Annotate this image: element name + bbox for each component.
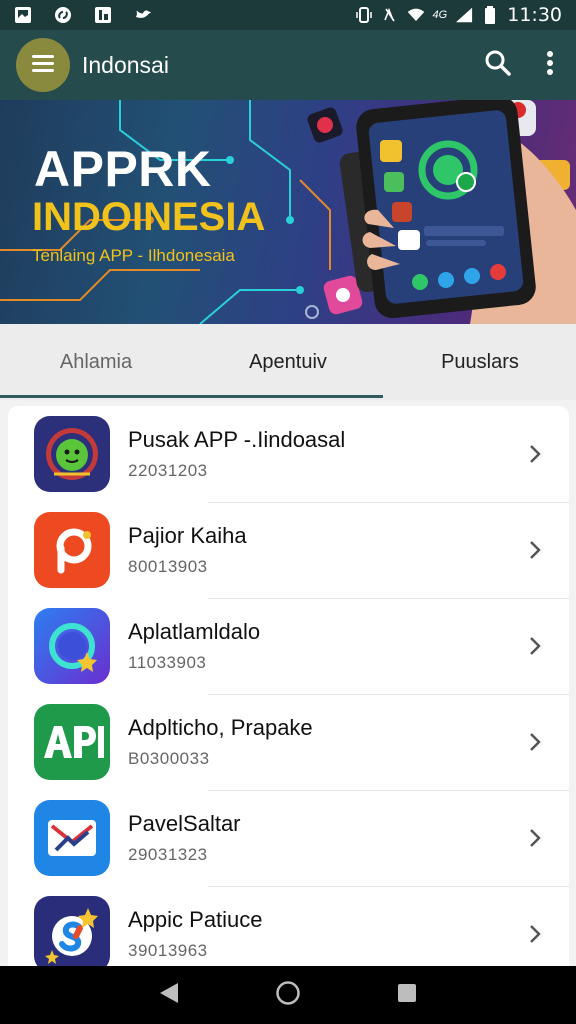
- app-name: PavelSaltar: [128, 811, 241, 836]
- home-icon: [276, 980, 300, 1005]
- chevron-right-icon: [530, 637, 541, 655]
- tab-1[interactable]: Ahlamia: [0, 324, 192, 400]
- app-number: 29031323: [128, 845, 208, 864]
- vibrate-icon: [355, 6, 373, 24]
- overflow-menu-button[interactable]: [546, 50, 554, 81]
- api-icon: [34, 704, 110, 780]
- list-item[interactable]: Pusak APP -.Iindoasal 22031203: [8, 406, 569, 502]
- envelope-icon: [34, 800, 110, 876]
- banner-title: APPRK: [34, 141, 212, 197]
- app-number: 39013963: [128, 941, 208, 960]
- banner-subtitle: Tenlaing APP - Ilhdonesaia: [32, 246, 235, 265]
- system-navigation-bar: [0, 966, 576, 1024]
- network-type: 4G: [432, 9, 448, 21]
- back-icon: [159, 982, 178, 1003]
- bird-icon: [134, 6, 152, 24]
- list-item[interactable]: Appic Patiuce 39013963: [8, 886, 569, 966]
- s-star-icon: [34, 896, 110, 966]
- chevron-right-icon: [530, 445, 541, 463]
- promo-banner[interactable]: APPRK INDOINESIA Tenlaing APP - Ilhdones…: [0, 100, 576, 324]
- back-button[interactable]: [158, 981, 180, 1010]
- app-list: Pusak APP -.Iindoasal 22031203 Pajior Ka…: [8, 406, 569, 966]
- page-title: Indonsai: [82, 51, 169, 78]
- list-item[interactable]: Adplticho, Prapake B0300033: [8, 694, 569, 790]
- list-item[interactable]: Pajior Kaiha 80013903: [8, 502, 569, 598]
- list-item[interactable]: Aplatlamldalo 11033903: [8, 598, 569, 694]
- app-bar: Indonsai: [0, 30, 576, 100]
- shazam-icon: [54, 6, 72, 24]
- app-number: B0300033: [128, 749, 210, 768]
- recents-button[interactable]: [396, 982, 418, 1009]
- status-bar: 4G 11:30: [0, 0, 576, 30]
- chevron-right-icon: [530, 733, 541, 751]
- app-name: Appic Patiuce: [128, 907, 263, 932]
- app-number: 80013903: [128, 557, 208, 576]
- home-button[interactable]: [275, 980, 301, 1011]
- chevron-right-icon: [530, 829, 541, 847]
- app-number: 22031203: [128, 461, 208, 480]
- more-vert-icon: [547, 50, 553, 75]
- banner-title-line2: INDOINESIA: [32, 195, 266, 239]
- list-item[interactable]: PavelSaltar 29031323: [8, 790, 569, 886]
- gallery-icon: [14, 6, 32, 24]
- green-bot-icon: [34, 416, 110, 492]
- signal-icon: [455, 6, 473, 24]
- ring-star-icon: [34, 608, 110, 684]
- wifi-icon: [407, 6, 425, 24]
- search-icon: [485, 50, 511, 76]
- app-name: Pusak APP -.Iindoasal: [128, 427, 346, 452]
- chevron-right-icon: [530, 541, 541, 559]
- app-name: Adplticho, Prapake: [128, 715, 313, 740]
- active-tab-indicator: [0, 395, 383, 398]
- app-name: Aplatlamldalo: [128, 619, 261, 644]
- app-number: 11033903: [128, 653, 207, 672]
- recents-icon: [398, 983, 417, 1002]
- app-name: Pajior Kaiha: [128, 523, 247, 548]
- tab-3[interactable]: Puuslars: [384, 324, 576, 400]
- tab-bar: Ahlamia Apentuiv Puuslars: [0, 324, 576, 400]
- chevron-right-icon: [530, 925, 541, 943]
- search-button[interactable]: [484, 49, 512, 82]
- tab-2[interactable]: Apentuiv: [192, 324, 384, 400]
- notification-app-icon: [94, 6, 112, 24]
- no-sim-icon: [381, 6, 399, 24]
- battery-icon: [481, 6, 499, 24]
- menu-button[interactable]: [16, 38, 70, 92]
- clock: 11:30: [507, 4, 562, 26]
- hamburger-icon: [31, 53, 55, 78]
- orange-p-icon: [34, 512, 110, 588]
